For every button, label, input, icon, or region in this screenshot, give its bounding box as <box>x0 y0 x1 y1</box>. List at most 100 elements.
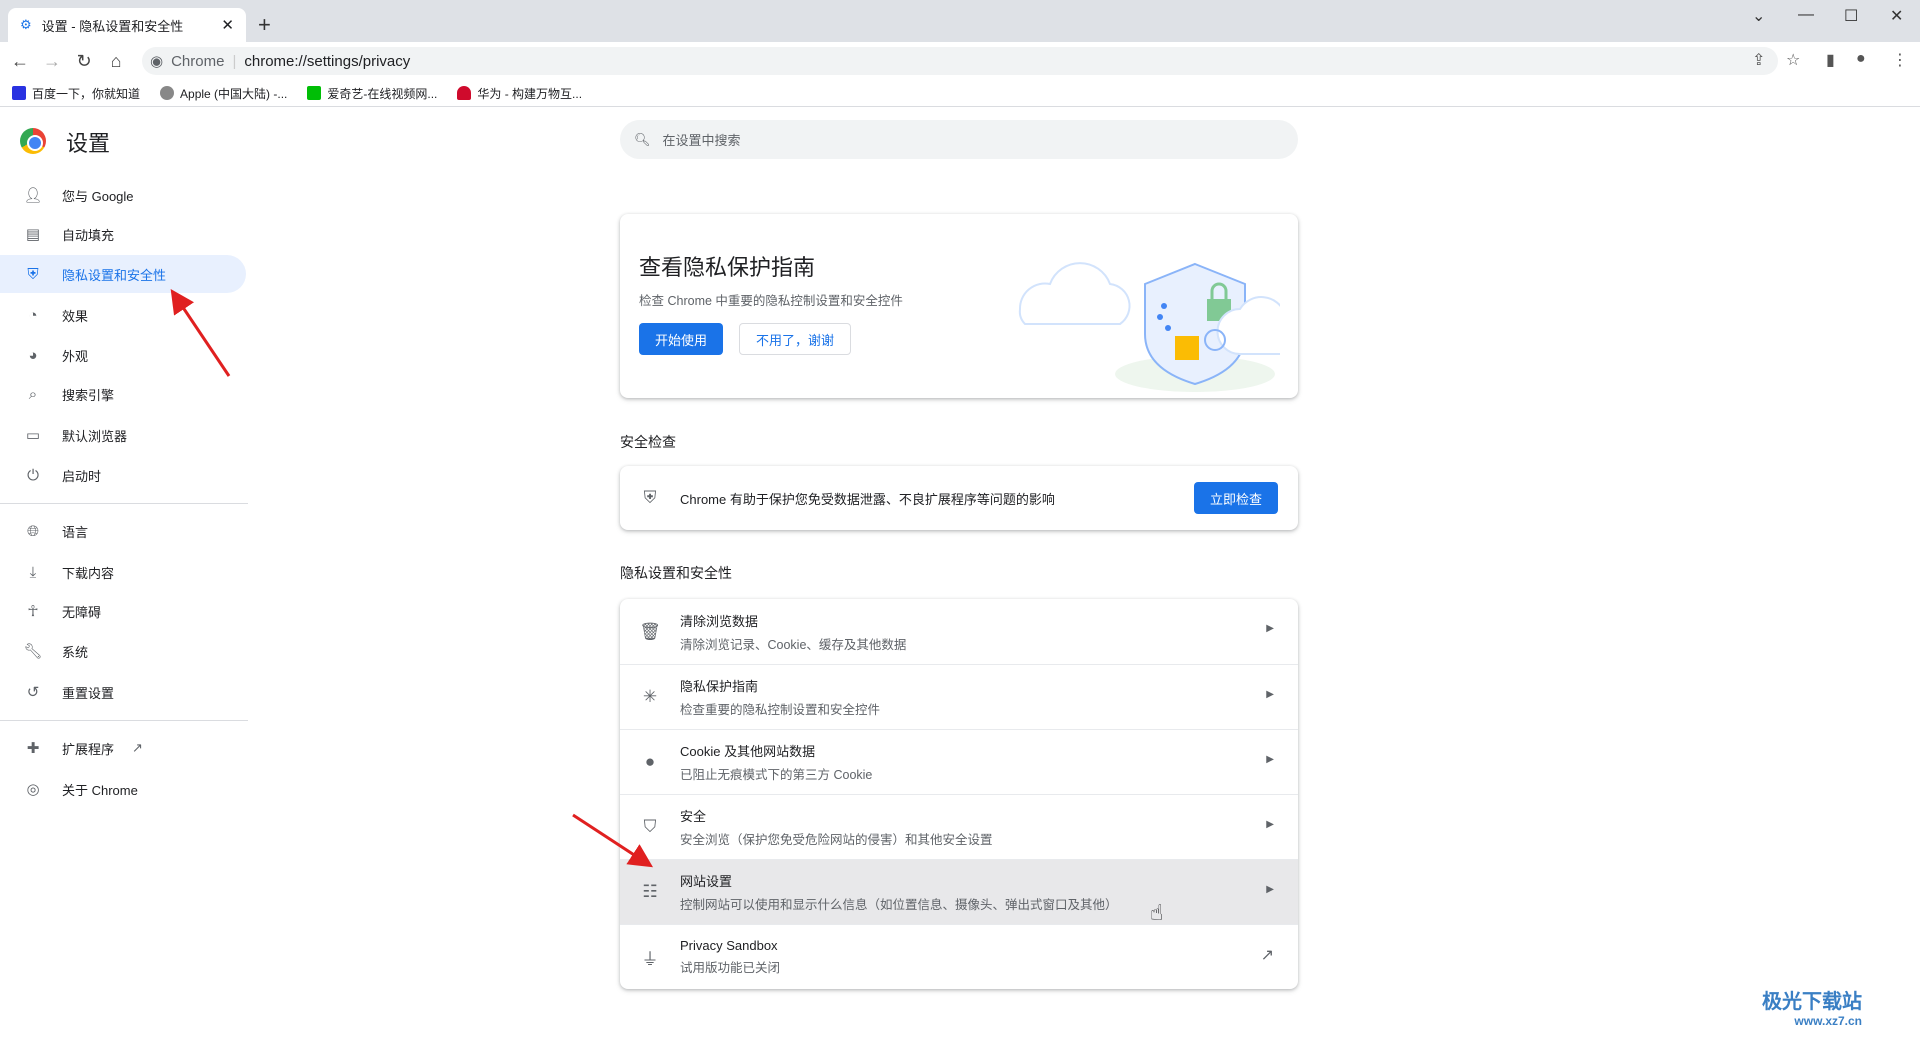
sidebar-item-1[interactable]: ▤ 自动填充 <box>0 215 246 253</box>
chevron-right-icon: ▶ <box>1266 689 1274 700</box>
privacy-row[interactable]: ☷ 网站设置 控制网站可以使用和显示什么信息（如位置信息、摄像头、弹出式窗口及其他）… <box>620 859 1298 924</box>
search-icon: ⌕ <box>28 385 38 403</box>
sidebar-item-8[interactable]: 🌐︎ 语言 <box>0 512 246 550</box>
guide-subtitle: 检查 Chrome 中重要的隐私控制设置和安全控件 <box>639 294 903 308</box>
chevron-right-icon: ▶ <box>1266 819 1274 830</box>
cookie-icon: ● <box>644 752 656 771</box>
separator: | <box>232 52 237 70</box>
bookmark-baidu[interactable]: 百度一下，你就知道 <box>12 85 140 102</box>
address-bar[interactable]: ◉ Chrome | chrome://settings/privacy <box>142 47 1778 75</box>
forward-button[interactable]: → <box>36 51 68 72</box>
shield-icon: ⛨ <box>27 265 39 283</box>
tab-title: 设置 - 隐私设置和安全性 <box>41 18 184 34</box>
sidebar-item-label: 语言 <box>62 524 89 540</box>
privacy-guide-illustration <box>1018 262 1280 392</box>
privacy-settings-list: 🗑︎ 清除浏览数据 清除浏览记录、Cookie、缓存及其他数据 ▶ ✳ 隐私保护指南检查重… <box>620 599 1298 989</box>
chevron-right-icon: ▶ <box>1266 884 1274 895</box>
bookmarks-bar: 百度一下，你就知道 Apple (中国大陆) -... 爱奇艺-在线视频网...… <box>0 80 1920 107</box>
page-title: 设置 <box>66 131 111 156</box>
maximize-button[interactable]: ☐ <box>1844 6 1858 26</box>
accessibility-icon: ☥ <box>27 603 39 620</box>
row-title: 安全 <box>680 809 707 824</box>
sidebar-item-7[interactable]: ⏻ 启动时 <box>0 456 246 494</box>
sidebar-item-3[interactable]: ◔ 效果 <box>0 296 246 334</box>
divider <box>0 720 248 721</box>
sidebar-item-label: 下载内容 <box>62 565 115 581</box>
row-description: 控制网站可以使用和显示什么信息（如位置信息、摄像头、弹出式窗口及其他） <box>680 898 1118 912</box>
sidebar-item-0[interactable]: 👤︎ 您与 Google <box>0 176 246 214</box>
check-now-button[interactable]: 立即检查 <box>1194 482 1278 514</box>
sidebar-item-9[interactable]: ⤓ 下载内容 <box>0 553 246 591</box>
reload-button[interactable]: ↻ <box>68 51 100 72</box>
external-link-icon[interactable]: ↗ <box>1261 945 1274 965</box>
safety-check-card: ⛨ Chrome 有助于保护您免受数据泄露、不良扩展程序等问题的影响 立即检查 <box>620 466 1298 530</box>
sidebar-item-10[interactable]: ☥ 无障碍 <box>0 592 246 630</box>
safety-check-heading: 安全检查 <box>620 434 676 450</box>
sidebar-item-label: 重置设置 <box>62 685 115 701</box>
sidebar-item-2[interactable]: ⛨ 隐私设置和安全性 <box>0 255 246 293</box>
hand-cursor-icon: ☝ <box>1150 900 1164 925</box>
shield-check-icon: ⛨ <box>643 488 657 507</box>
settings-search-input[interactable]: 🔍︎ 在设置中搜索 <box>620 120 1298 159</box>
sidebar-item-6[interactable]: ▭ 默认浏览器 <box>0 416 246 454</box>
menu-icon[interactable]: ⋮ <box>1892 50 1908 70</box>
bookmark-iqiyi[interactable]: 爱奇艺-在线视频网... <box>307 85 437 102</box>
external-link-icon: ↗ <box>132 740 143 755</box>
tune-icon: ☷ <box>642 882 658 901</box>
star-icon[interactable]: ☆ <box>1786 50 1800 70</box>
bookmark-apple[interactable]: Apple (中国大陆) -... <box>160 85 287 102</box>
browser-icon: ▭ <box>25 427 41 444</box>
power-icon: ⏻ <box>27 466 39 484</box>
start-button[interactable]: 开始使用 <box>639 323 723 355</box>
search-placeholder: 在设置中搜索 <box>662 133 741 148</box>
profile-icon[interactable]: ● <box>1856 50 1866 68</box>
tab-search-icon[interactable]: ⌄ <box>1752 6 1765 26</box>
share-icon[interactable]: ⇪ <box>1752 50 1765 70</box>
row-title: 隐私保护指南 <box>680 679 759 694</box>
privacy-row[interactable]: ● Cookie 及其他网站数据 已阻止无痕模式下的第三方 Cookie ▶ <box>620 729 1298 794</box>
sidebar-item-label: 您与 Google <box>62 188 134 204</box>
tab-settings[interactable]: ⚙ 设置 - 隐私设置和安全性 ✕ <box>8 8 246 42</box>
person-icon: 👤︎ <box>23 187 43 204</box>
sidebar-item-label: 默认浏览器 <box>62 428 128 444</box>
chrome-logo <box>20 128 46 154</box>
sidebar-item-11[interactable]: 🔧︎ 系统 <box>0 632 246 670</box>
row-description: 试用版功能已关闭 <box>680 961 781 975</box>
row-description: 检查重要的隐私控制设置和安全控件 <box>680 703 881 717</box>
row-description: 安全浏览（保护您免受危险网站的侵害）和其他安全设置 <box>680 833 993 847</box>
close-tab-icon[interactable]: ✕ <box>221 16 234 34</box>
minimize-button[interactable]: — <box>1798 6 1814 24</box>
sidebar-item-5[interactable]: ⌕ 搜索引擎 <box>0 375 246 413</box>
download-icon: ⤓ <box>29 563 37 581</box>
palette-icon: ◕ <box>28 346 38 364</box>
privacy-row[interactable]: ✳ 隐私保护指南检查重要的隐私控制设置和安全控件 ▶ <box>620 664 1298 729</box>
apple-icon <box>160 86 175 100</box>
sidebar-item-12[interactable]: ↺ 重置设置 <box>0 673 246 711</box>
clipboard-icon: ▤ <box>25 226 41 243</box>
sidebar-item-14[interactable]: ◎ 关于 Chrome <box>0 770 246 808</box>
bookmark-huawei[interactable]: 华为 - 构建万物互... <box>457 85 582 102</box>
close-window-button[interactable]: ✕ <box>1890 6 1903 26</box>
guide-icon: ✳ <box>642 687 658 706</box>
privacy-heading: 隐私设置和安全性 <box>620 565 732 581</box>
dismiss-button[interactable]: 不用了，谢谢 <box>739 323 851 355</box>
privacy-row[interactable]: ⏚ Privacy Sandbox 试用版功能已关闭 ↗ <box>620 924 1298 989</box>
sidebar-item-4[interactable]: ◕ 外观 <box>0 336 246 374</box>
sidebar-item-13[interactable]: ✚ 扩展程序 ↗ <box>0 729 246 767</box>
back-button[interactable]: ← <box>4 51 36 72</box>
privacy-guide-card: 查看隐私保护指南 检查 Chrome 中重要的隐私控制设置和安全控件 开始使用 … <box>620 214 1298 398</box>
chrome-icon: ◉ <box>150 53 164 70</box>
flask-icon: ⏚ <box>641 949 659 969</box>
bookmark-label: 华为 - 构建万物互... <box>477 86 583 101</box>
tab-strip <box>0 0 1920 42</box>
privacy-row[interactable]: ⛉ 安全 安全浏览（保护您免受危险网站的侵害）和其他安全设置 ▶ <box>620 794 1298 859</box>
side-panel-icon[interactable]: ▮ <box>1826 50 1835 70</box>
sidebar-item-label: 启动时 <box>62 468 102 484</box>
sidebar-item-label: 扩展程序 <box>62 741 115 757</box>
url-text: chrome://settings/privacy <box>244 52 411 70</box>
globe-icon: 🌐︎ <box>26 522 39 540</box>
new-tab-button[interactable]: + <box>258 12 271 38</box>
home-button[interactable]: ⌂ <box>100 51 132 72</box>
row-title: Cookie 及其他网站数据 <box>680 744 816 759</box>
privacy-row[interactable]: 🗑︎ 清除浏览数据 清除浏览记录、Cookie、缓存及其他数据 ▶ <box>620 599 1298 664</box>
